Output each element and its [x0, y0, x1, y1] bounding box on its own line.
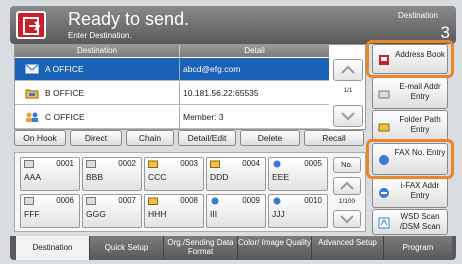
destination-detail: abcd@efg.com: [183, 64, 241, 74]
destination-count-label: Destination: [397, 11, 438, 20]
list-scroll-down-button[interactable]: [333, 105, 363, 127]
one-touch-key-panel: 0001 AAA 0002 BBB 0003 CCC 0004 DDD 0005…: [14, 152, 366, 232]
one-touch-key[interactable]: 0008 HHH: [144, 194, 204, 228]
key-number: 0008: [180, 196, 198, 205]
list-scroll-up-button[interactable]: [333, 59, 363, 81]
folder-icon: [210, 160, 220, 168]
one-touch-key[interactable]: 0009 III: [206, 194, 266, 228]
chain-button[interactable]: Chain: [126, 130, 174, 146]
email-entry-button[interactable]: E-mail Addr Entry: [372, 77, 448, 109]
folder-icon: [25, 89, 39, 99]
destination-detail: Member: 3: [183, 112, 224, 122]
email-icon: [25, 64, 39, 74]
ifax-entry-label: i-FAX Addr Entry: [400, 181, 440, 200]
one-touch-key[interactable]: 0006 FFF: [20, 194, 80, 228]
email-icon: [378, 90, 390, 99]
ifax-entry-button[interactable]: i-FAX Addr Entry: [372, 176, 448, 208]
tab-advanced-setup[interactable]: Advanced Setup: [312, 236, 384, 260]
list-item[interactable]: C OFFICE Member: 3: [15, 106, 329, 129]
tab-color-image-quality[interactable]: Color/ Image Quality: [238, 236, 312, 260]
tab-sending-data-format[interactable]: Org./Sending Data Format: [164, 236, 238, 260]
column-header-detail: Detail: [179, 45, 329, 57]
number-search-button[interactable]: No.: [333, 157, 361, 173]
key-name: JJJ: [272, 209, 285, 219]
one-touch-key[interactable]: 0010 JJJ: [268, 194, 328, 228]
group-icon: [26, 112, 38, 122]
fax-icon: [211, 197, 219, 205]
key-name: AAA: [24, 172, 42, 182]
tab-program[interactable]: Program: [384, 236, 452, 260]
key-name: FFF: [24, 209, 40, 219]
chevron-up-icon: [340, 181, 354, 190]
folder-path-entry-button[interactable]: Folder Path Entry: [372, 110, 448, 142]
one-touch-key[interactable]: 0003 CCC: [144, 157, 204, 191]
folder-icon: [148, 197, 158, 205]
email-icon: [24, 197, 34, 205]
one-touch-key[interactable]: 0005 EEE: [268, 157, 328, 191]
status-header: Ready to send. Enter Destination. Destin…: [10, 6, 456, 44]
send-screen: Ready to send. Enter Destination. Destin…: [0, 0, 462, 264]
destination-name: B OFFICE: [45, 88, 85, 98]
key-name: EEE: [272, 172, 290, 182]
recall-button[interactable]: Recall: [304, 130, 364, 146]
key-number: 0002: [118, 159, 136, 168]
wsd-scan-icon: [378, 217, 390, 229]
destination-name: C OFFICE: [45, 112, 85, 122]
page-title: Ready to send.: [68, 9, 190, 29]
list-page-indicator: 1/1: [343, 87, 353, 94]
one-touch-key[interactable]: 0002 BBB: [82, 157, 142, 191]
key-number: 0005: [304, 159, 322, 168]
destination-detail: 10.181.56.22:65535: [183, 88, 259, 98]
list-item[interactable]: A OFFICE abcd@efg.com: [15, 58, 329, 81]
key-number: 0007: [118, 196, 136, 205]
home-icon[interactable]: [16, 11, 46, 39]
key-name: DDD: [210, 172, 229, 182]
keys-scroll-down-button[interactable]: [333, 210, 361, 228]
keys-scroll-up-button[interactable]: [333, 177, 361, 195]
ifax-icon: [379, 188, 389, 198]
tab-quick-setup[interactable]: Quick Setup: [90, 236, 164, 260]
on-hook-button[interactable]: On Hook: [14, 130, 66, 146]
key-name: CCC: [148, 172, 167, 182]
address-book-highlight: [366, 40, 454, 78]
destination-list: Destination Detail A OFFICE abcd@efg.com…: [14, 44, 366, 130]
key-number: 0009: [242, 196, 260, 205]
page-subtitle: Enter Destination.: [68, 31, 132, 40]
direct-button[interactable]: Direct: [70, 130, 122, 146]
chevron-up-icon: [341, 65, 355, 74]
wsd-scan-label: WSD Scan /DSM Scan: [399, 212, 441, 231]
fax-icon: [273, 160, 281, 168]
email-icon: [86, 160, 96, 168]
key-name: III: [210, 209, 218, 219]
chevron-down-icon: [340, 215, 354, 224]
email-icon: [86, 197, 96, 205]
key-name: HHH: [148, 209, 167, 219]
key-number: 0004: [242, 159, 260, 168]
one-touch-key[interactable]: 0001 AAA: [20, 157, 80, 191]
column-header-destination: Destination: [15, 45, 179, 57]
key-number: 0003: [180, 159, 198, 168]
tab-destination[interactable]: Destination: [16, 236, 90, 260]
folder-icon: [148, 160, 158, 168]
key-number: 0006: [56, 196, 74, 205]
email-entry-label: E-mail Addr Entry: [399, 82, 441, 101]
folder-path-entry-label: Folder Path Entry: [399, 115, 441, 134]
one-touch-key[interactable]: 0007 GGG: [82, 194, 142, 228]
delete-button[interactable]: Delete: [240, 130, 300, 146]
key-number: 0010: [304, 196, 322, 205]
fax-entry-highlight: [366, 139, 454, 179]
keys-page-indicator: 1/100: [338, 198, 356, 205]
key-name: BBB: [86, 172, 104, 182]
list-item[interactable]: B OFFICE 10.181.56.22:65535: [15, 82, 329, 105]
email-icon: [24, 160, 34, 168]
chevron-down-icon: [341, 112, 355, 121]
key-number: 0001: [56, 159, 74, 168]
one-touch-key[interactable]: 0004 DDD: [206, 157, 266, 191]
fax-icon: [273, 197, 281, 205]
destination-name: A OFFICE: [45, 64, 84, 74]
folder-icon: [378, 123, 390, 132]
wsd-scan-button[interactable]: WSD Scan /DSM Scan: [372, 209, 448, 235]
key-name: GGG: [86, 209, 106, 219]
detail-edit-button[interactable]: Detail/Edit: [178, 130, 236, 146]
